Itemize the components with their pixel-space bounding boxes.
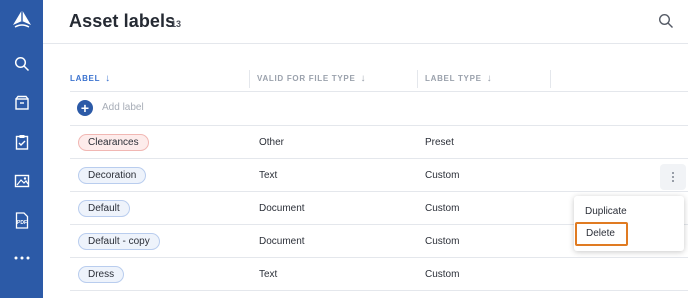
pdf-icon[interactable]: PDF [0, 205, 43, 235]
add-label-button[interactable]: + Add label [70, 92, 688, 126]
label-pill[interactable]: Default [78, 200, 130, 217]
add-label-text: Add label [102, 102, 144, 113]
column-divider [249, 70, 250, 88]
table-row[interactable]: Dress Text Custom [70, 258, 688, 291]
label-type-cell: Preset [425, 137, 454, 148]
label-pill[interactable]: Clearances [78, 134, 149, 151]
label-type-cell: Custom [425, 170, 460, 181]
row-actions-kebab-icon[interactable] [660, 164, 686, 190]
column-divider [550, 70, 551, 88]
clipboard-check-icon[interactable] [0, 127, 43, 157]
row-context-menu: Duplicate Delete [574, 196, 684, 251]
label-pill[interactable]: Default - copy [78, 233, 160, 250]
menu-item-duplicate[interactable]: Duplicate [574, 200, 684, 224]
table-row[interactable]: Decoration Text Custom [70, 159, 688, 192]
file-type-cell: Document [259, 203, 305, 214]
search-icon[interactable] [0, 49, 43, 79]
page-header: Asset labels 13 [43, 0, 688, 44]
sort-arrow-icon: ↓ [105, 73, 111, 84]
logo-icon[interactable] [0, 4, 43, 34]
column-divider [417, 70, 418, 88]
menu-item-delete[interactable]: Delete [575, 222, 628, 246]
label-type-cell: Custom [425, 203, 460, 214]
labels-table: LABEL ↓ VALID FOR FILE TYPE ↓ LABEL TYPE… [70, 66, 688, 291]
label-pill[interactable]: Dress [78, 266, 125, 283]
column-header-file-type[interactable]: VALID FOR FILE TYPE ↓ [257, 73, 366, 84]
file-type-cell: Document [259, 236, 305, 247]
sort-arrow-icon: ↓ [486, 73, 493, 84]
column-header-file-type-text: VALID FOR FILE TYPE [257, 74, 356, 83]
column-header-label[interactable]: LABEL ↓ [70, 73, 111, 84]
column-header-label-type-text: LABEL TYPE [425, 74, 482, 83]
plus-icon: + [77, 100, 93, 116]
file-type-cell: Other [259, 137, 285, 148]
sidebar: PDF [0, 0, 43, 298]
file-type-cell: Text [259, 269, 278, 280]
image-icon[interactable] [0, 166, 43, 196]
label-type-cell: Custom [425, 269, 460, 280]
file-type-cell: Text [259, 170, 278, 181]
page-title: Asset labels [69, 11, 176, 31]
box-icon[interactable] [0, 88, 43, 118]
column-header-label-type[interactable]: LABEL TYPE ↓ [425, 73, 492, 84]
pdf-icon-text: PDF [17, 220, 27, 226]
label-type-cell: Custom [425, 236, 460, 247]
more-icon[interactable] [0, 243, 43, 273]
table-row[interactable]: Clearances Other Preset [70, 126, 688, 159]
label-count: 13 [171, 19, 182, 29]
column-header-label-text: LABEL [70, 74, 101, 83]
header-search-icon[interactable] [658, 13, 674, 29]
label-pill[interactable]: Decoration [78, 167, 147, 184]
sort-arrow-icon: ↓ [360, 73, 367, 84]
table-header: LABEL ↓ VALID FOR FILE TYPE ↓ LABEL TYPE… [70, 66, 688, 92]
